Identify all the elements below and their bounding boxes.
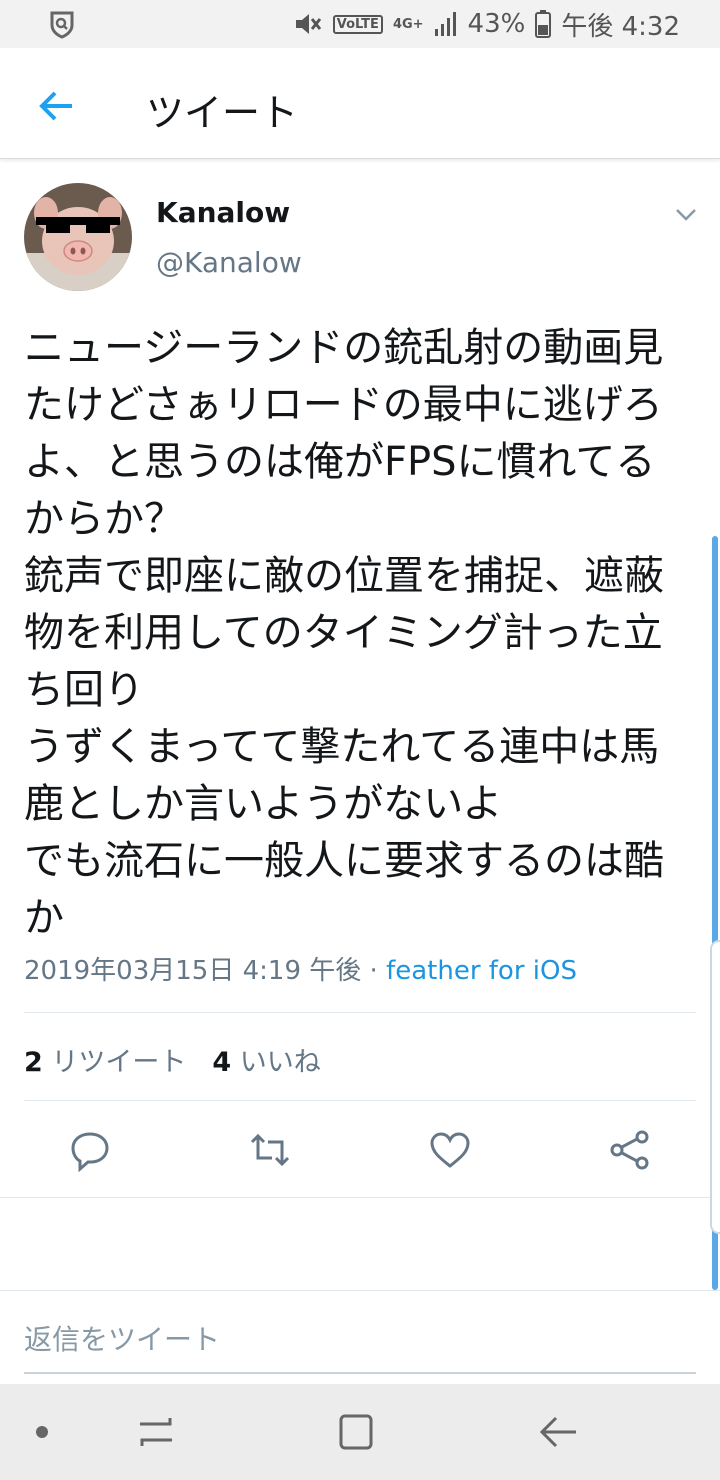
divider — [0, 1290, 720, 1291]
retweet-label: リツイート — [51, 1047, 187, 1078]
reply-icon — [71, 1132, 109, 1173]
tweet-meta: 2019年03月15日 4:19 午後 · feather for iOS — [24, 950, 577, 987]
divider — [0, 1197, 720, 1198]
home-button[interactable] — [332, 1408, 380, 1456]
share-icon — [610, 1130, 649, 1170]
user-handle[interactable]: @Kanalow — [156, 246, 302, 279]
status-icons: VoLTE 4G+ 43% 午後 4:32 — [293, 6, 680, 42]
tweet-actions — [0, 1120, 720, 1180]
back-nav-button[interactable] — [534, 1408, 582, 1456]
back-nav-icon — [539, 1416, 576, 1448]
navigation-bar — [0, 1384, 720, 1480]
reply-button[interactable] — [68, 1128, 112, 1173]
network-label: 4G+ — [392, 16, 424, 32]
clock: 午後 4:32 — [561, 11, 680, 42]
dot-icon[interactable] — [20, 1408, 68, 1456]
battery-percent: 43% — [467, 9, 526, 39]
divider — [24, 1012, 696, 1013]
arrow-left-icon — [39, 91, 72, 121]
avatar[interactable] — [24, 183, 132, 291]
retweet-count: 2 — [24, 1047, 43, 1078]
tweet-timestamp: 2019年03月15日 4:19 午後 — [24, 956, 362, 986]
like-label: いいね — [239, 1047, 321, 1078]
recents-icon — [140, 1418, 172, 1446]
divider — [24, 1100, 696, 1101]
tweet-text: ニュージーランドの銃乱射の動画見 たけどさぁリロードの最中に逃げろ よ、と思うの… — [24, 325, 664, 941]
mute-icon — [293, 9, 323, 39]
home-icon — [339, 1414, 373, 1450]
share-button[interactable] — [608, 1128, 652, 1172]
like-stat[interactable]: 4 いいね — [212, 1040, 320, 1079]
retweet-stat[interactable]: 2 リツイート — [24, 1040, 186, 1079]
like-icon — [430, 1132, 470, 1168]
edge-panel-handle[interactable] — [710, 940, 720, 1234]
like-button[interactable] — [428, 1128, 472, 1172]
meta-separator: · — [361, 956, 387, 986]
recents-button[interactable] — [132, 1408, 180, 1456]
like-count: 4 — [212, 1047, 232, 1078]
volte-badge: VoLTE — [332, 14, 383, 34]
reply-input[interactable]: 返信をツイート — [24, 1318, 220, 1358]
page-title: ツイート — [146, 91, 299, 135]
tweet-stats: 2 リツイート 4 いいね — [24, 1040, 321, 1079]
retweet-button[interactable] — [248, 1128, 292, 1172]
chevron-down-icon[interactable] — [672, 200, 700, 228]
signal-icon — [434, 11, 458, 37]
shield-icon — [46, 8, 78, 40]
retweet-icon — [250, 1133, 290, 1167]
app-bar: ツイート — [0, 48, 720, 159]
client-link[interactable]: feather for iOS — [386, 956, 577, 986]
reply-underline — [24, 1372, 696, 1374]
status-bar: VoLTE 4G+ 43% 午後 4:32 — [0, 0, 720, 48]
back-button[interactable] — [28, 78, 84, 134]
battery-icon — [535, 10, 552, 38]
display-name[interactable]: Kanalow — [156, 196, 290, 229]
